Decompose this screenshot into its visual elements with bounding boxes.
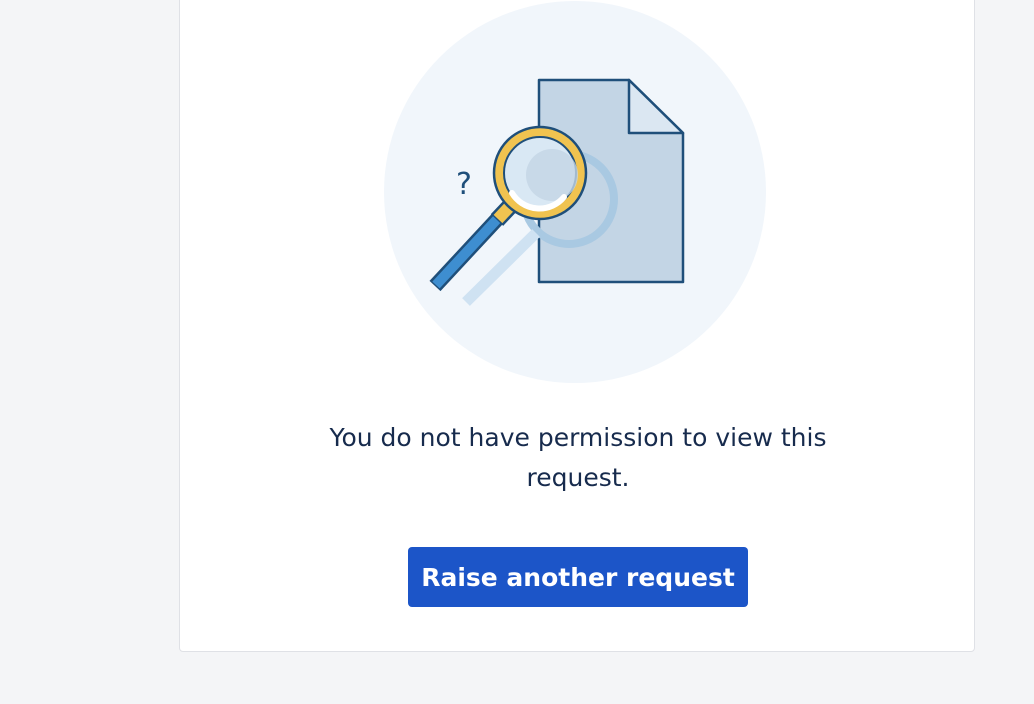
raise-another-request-button[interactable]: Raise another request [408,547,748,607]
question-mark: ? [456,167,472,202]
lens-reflection [526,149,578,201]
permission-card: ? You do not have permission to view thi… [179,0,975,652]
permission-message: You do not have permission to view this … [329,423,827,492]
document-search-icon: ? [384,1,766,383]
